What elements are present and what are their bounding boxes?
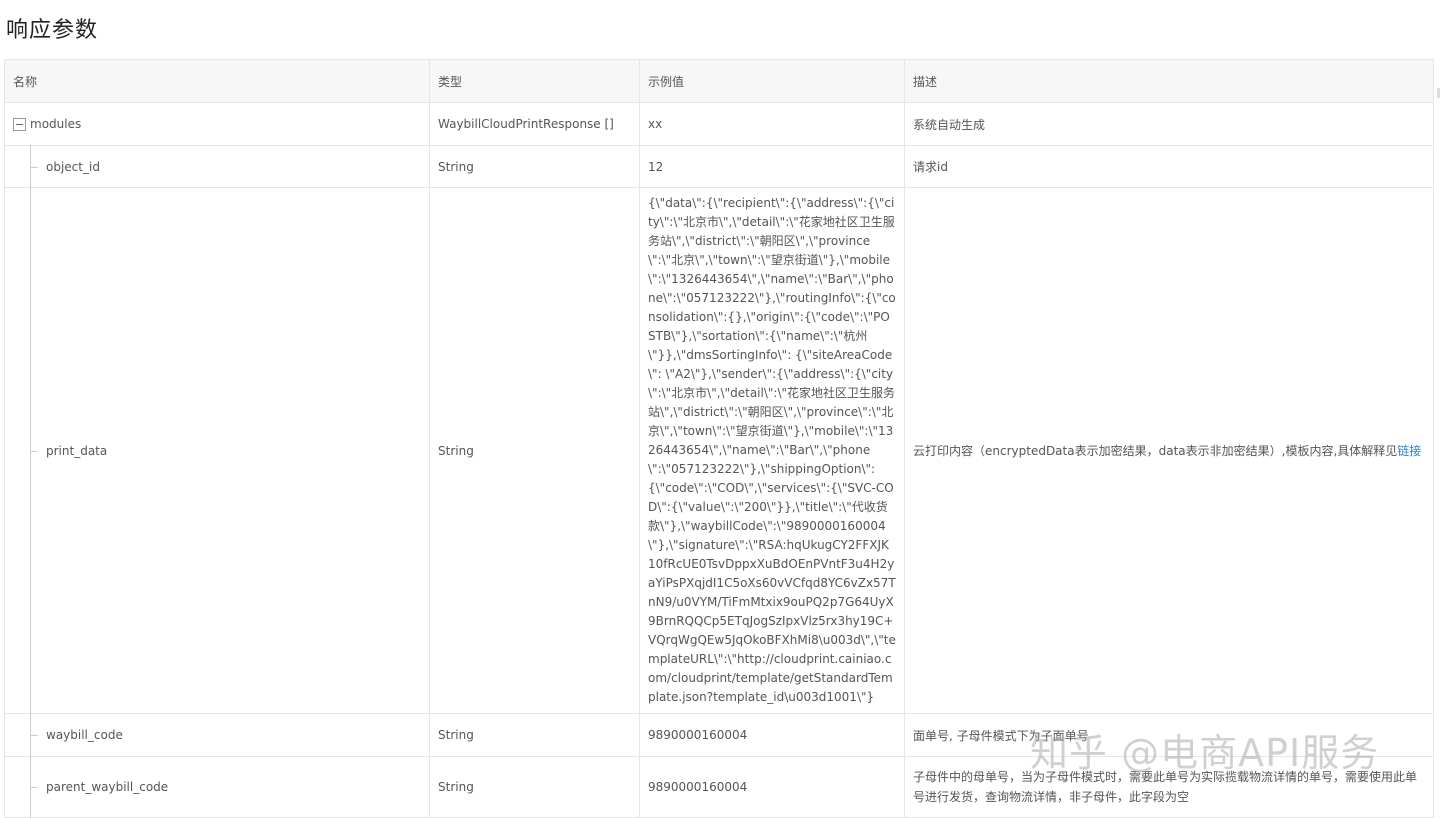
param-desc: 请求id <box>904 145 1434 188</box>
param-type: String <box>429 713 640 757</box>
param-type: String <box>429 145 640 188</box>
param-name-cell: waybill_code <box>4 713 430 757</box>
param-type: WaybillCloudPrintResponse [] <box>429 102 640 146</box>
param-name: print_data <box>46 443 108 458</box>
tree-branch <box>30 450 38 452</box>
table-row: waybill_code String 9890000160004 面单号, 子… <box>4 713 1434 757</box>
header-name: 名称 <box>4 59 430 103</box>
param-name-cell: modules <box>4 102 430 146</box>
param-desc-cell: 云打印内容（encryptedData表示加密结果，data表示非加密结果）,模… <box>904 187 1434 714</box>
tree-branch <box>30 787 38 788</box>
param-name-cell: object_id <box>4 145 430 188</box>
param-example: 9890000160004 <box>639 713 905 757</box>
tree-branch <box>30 166 38 168</box>
param-example: xx <box>639 102 905 146</box>
header-desc: 描述 <box>904 59 1434 103</box>
table-row: parent_waybill_code String 9890000160004… <box>4 756 1434 818</box>
param-name: modules <box>30 117 82 131</box>
header-example: 示例值 <box>639 59 905 103</box>
param-name-cell: print_data <box>4 187 430 714</box>
param-example: 9890000160004 <box>639 756 905 818</box>
param-name-cell: parent_waybill_code <box>4 756 430 818</box>
param-type: String <box>429 187 640 714</box>
table-row: object_id String 12 请求id <box>4 145 1434 188</box>
table-row: modules WaybillCloudPrintResponse [] xx … <box>4 102 1434 146</box>
param-desc: 子母件中的母单号，当为子母件模式时，需要此单号为实际揽载物流详情的单号，需要使用… <box>904 756 1434 818</box>
header-type: 类型 <box>429 59 640 103</box>
table-header-row: 名称 类型 示例值 描述 <box>4 59 1434 103</box>
collapse-icon[interactable] <box>13 118 26 131</box>
param-type: String <box>429 756 640 818</box>
param-example: 12 <box>639 145 905 188</box>
param-desc: 云打印内容（encryptedData表示加密结果，data表示非加密结果）,模… <box>913 444 1398 458</box>
page-title: 响应参数 <box>6 18 99 43</box>
response-params-table: 名称 类型 示例值 描述 modules WaybillCloudPrintRe… <box>4 59 1434 818</box>
tree-branch <box>30 735 38 736</box>
param-desc: 系统自动生成 <box>904 102 1434 146</box>
param-example: {\"data\":{\"recipient\":{\"address\":{\… <box>648 196 896 704</box>
table-row: print_data String {\"data\":{\"recipient… <box>4 187 1434 714</box>
param-name: object_id <box>46 159 100 174</box>
param-example-cell: {\"data\":{\"recipient\":{\"address\":{\… <box>639 187 905 714</box>
doc-link[interactable]: 链接 <box>1397 444 1421 458</box>
param-desc: 面单号, 子母件模式下为子面单号 <box>904 713 1434 757</box>
